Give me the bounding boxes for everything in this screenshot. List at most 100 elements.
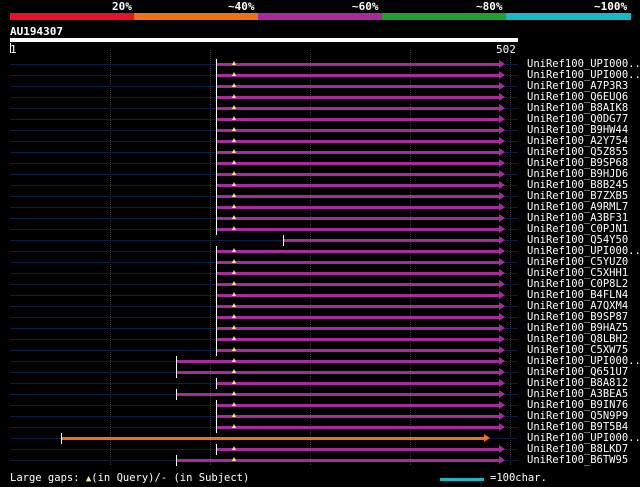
hit-start-tick — [216, 103, 217, 114]
hit-arrow-icon — [499, 324, 505, 332]
gap-marker-icon — [232, 116, 236, 120]
hit-start-tick — [216, 334, 217, 345]
hit-arrow-icon — [499, 203, 505, 211]
hit-start-tick — [176, 356, 177, 367]
hit-start-tick — [216, 268, 217, 279]
gap-marker-icon — [232, 424, 236, 428]
hit-alignment-bar[interactable] — [176, 393, 500, 396]
hit-start-tick — [176, 455, 177, 466]
hit-start-tick — [216, 290, 217, 301]
legend-segment-40 — [134, 13, 258, 20]
hit-alignment-bar[interactable] — [216, 272, 500, 275]
hit-alignment-bar[interactable] — [216, 184, 500, 187]
hit-start-tick — [216, 422, 217, 433]
gap-marker-icon — [232, 446, 236, 450]
hit-alignment-bar[interactable] — [216, 448, 500, 451]
gap-marker-icon — [232, 160, 236, 164]
hit-name-label[interactable]: UniRef100_B6TW95 — [527, 455, 628, 466]
legend-segment-60 — [258, 13, 382, 20]
hit-alignment-bar[interactable] — [216, 294, 500, 297]
hit-arrow-icon — [499, 225, 505, 233]
hit-alignment-bar[interactable] — [176, 459, 500, 462]
hit-alignment-bar[interactable] — [216, 261, 500, 264]
legend-label-40: ~40% — [228, 0, 255, 13]
hit-alignment-bar[interactable] — [216, 327, 500, 330]
hit-alignment-bar[interactable] — [216, 338, 500, 341]
gap-marker-icon — [232, 83, 236, 87]
hit-arrow-icon — [499, 280, 505, 288]
hit-alignment-bar[interactable] — [216, 316, 500, 319]
gap-marker-icon — [232, 303, 236, 307]
hit-arrow-icon — [499, 335, 505, 343]
hit-alignment-bar[interactable] — [216, 250, 500, 253]
gap-marker-icon — [232, 336, 236, 340]
legend-label-20: 20% — [112, 0, 132, 13]
hit-arrow-icon — [499, 93, 505, 101]
hit-alignment-bar[interactable] — [216, 206, 500, 209]
hit-alignment-bar[interactable] — [176, 371, 500, 374]
hit-arrow-icon — [499, 137, 505, 145]
hit-alignment-bar[interactable] — [216, 426, 500, 429]
gap-marker-icon — [232, 457, 236, 461]
hit-alignment-bar[interactable] — [283, 239, 500, 242]
ruler-start-tick — [10, 43, 11, 53]
gap-marker-icon — [232, 94, 236, 98]
hit-alignment-bar[interactable] — [216, 415, 500, 418]
hit-alignment-bar[interactable] — [216, 404, 500, 407]
hit-start-tick — [216, 444, 217, 455]
gap-marker-icon — [232, 215, 236, 219]
hit-row[interactable]: UniRef100_B6TW95 — [0, 455, 640, 466]
hit-arrow-icon — [499, 181, 505, 189]
hit-arrow-icon — [499, 390, 505, 398]
gap-marker-icon — [232, 292, 236, 296]
gap-marker-icon — [232, 72, 236, 76]
gap-marker-icon — [232, 105, 236, 109]
legend-segment-80 — [382, 13, 506, 20]
gap-marker-icon — [232, 314, 236, 318]
ruler-end-label: 502 — [496, 43, 516, 56]
hit-alignment-bar[interactable] — [216, 162, 500, 165]
hit-alignment-bar[interactable] — [216, 173, 500, 176]
gap-marker-icon — [232, 270, 236, 274]
footer-prefix: Large gaps: — [10, 472, 86, 484]
hit-alignment-bar[interactable] — [216, 217, 500, 220]
legend-segment-100 — [506, 13, 631, 20]
hit-alignment-bar[interactable] — [216, 195, 500, 198]
gap-marker-icon — [232, 391, 236, 395]
footer-text: (in Query)/- (in Subject) — [91, 472, 250, 484]
hit-arrow-icon — [499, 379, 505, 387]
hit-alignment-bar[interactable] — [216, 283, 500, 286]
scale-label: =100char. — [490, 472, 547, 484]
hit-alignment-bar[interactable] — [216, 96, 500, 99]
hit-start-tick — [216, 92, 217, 103]
hit-start-tick — [216, 213, 217, 224]
hit-alignment-bar[interactable] — [216, 129, 500, 132]
hit-alignment-bar[interactable] — [61, 437, 485, 440]
legend-label-80: ~80% — [476, 0, 503, 13]
hit-start-tick — [216, 301, 217, 312]
hit-alignment-bar[interactable] — [176, 360, 500, 363]
hit-alignment-bar[interactable] — [216, 349, 500, 352]
hit-start-tick — [216, 125, 217, 136]
hit-arrow-icon — [499, 313, 505, 321]
gap-marker-icon — [232, 248, 236, 252]
hit-alignment-bar[interactable] — [216, 228, 500, 231]
legend-label-100: ~100% — [594, 0, 628, 13]
hit-alignment-bar[interactable] — [216, 63, 500, 66]
hit-alignment-bar[interactable] — [216, 140, 500, 143]
hit-arrow-icon — [499, 423, 505, 431]
hit-alignment-bar[interactable] — [216, 305, 500, 308]
gap-marker-icon — [232, 204, 236, 208]
hit-arrow-icon — [499, 302, 505, 310]
hit-alignment-bar[interactable] — [216, 151, 500, 154]
hit-alignment-bar[interactable] — [216, 118, 500, 121]
hit-arrow-icon — [499, 247, 505, 255]
hit-alignment-bar[interactable] — [216, 382, 500, 385]
hit-start-tick — [216, 279, 217, 290]
query-ruler — [10, 38, 518, 42]
hit-alignment-bar[interactable] — [216, 74, 500, 77]
hit-arrow-icon — [484, 434, 490, 442]
hit-alignment-bar[interactable] — [216, 107, 500, 110]
hit-alignment-bar[interactable] — [216, 85, 500, 88]
gap-marker-icon — [232, 358, 236, 362]
